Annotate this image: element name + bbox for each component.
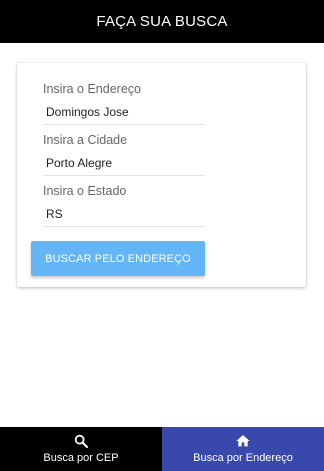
bottom-nav: Busca por CEP Busca por Endereço bbox=[0, 427, 324, 471]
nav-item-busca-endereco[interactable]: Busca por Endereço bbox=[162, 427, 324, 471]
city-field-group: Insira a Cidade bbox=[43, 132, 205, 176]
search-icon bbox=[74, 434, 88, 448]
home-icon bbox=[236, 435, 250, 447]
search-by-address-button[interactable]: BUSCAR PELO ENDEREÇO bbox=[31, 241, 205, 276]
nav-item-label: Busca por Endereço bbox=[193, 452, 293, 464]
city-input[interactable] bbox=[43, 150, 205, 176]
address-label: Insira o Endereço bbox=[43, 82, 141, 96]
search-form-card: Insira o Endereço Insira a Cidade Insira… bbox=[17, 63, 306, 287]
nav-item-busca-cep[interactable]: Busca por CEP bbox=[0, 427, 162, 471]
state-input[interactable] bbox=[43, 201, 205, 227]
state-field-group: Insira o Estado bbox=[43, 183, 205, 227]
nav-item-label: Busca por CEP bbox=[43, 452, 119, 464]
page-title: FAÇA SUA BUSCA bbox=[96, 13, 228, 30]
state-label: Insira o Estado bbox=[43, 184, 127, 198]
city-label: Insira a Cidade bbox=[43, 133, 128, 147]
address-field-group: Insira o Endereço bbox=[43, 81, 205, 125]
address-input[interactable] bbox=[43, 99, 205, 125]
app-bar: FAÇA SUA BUSCA bbox=[0, 0, 324, 43]
